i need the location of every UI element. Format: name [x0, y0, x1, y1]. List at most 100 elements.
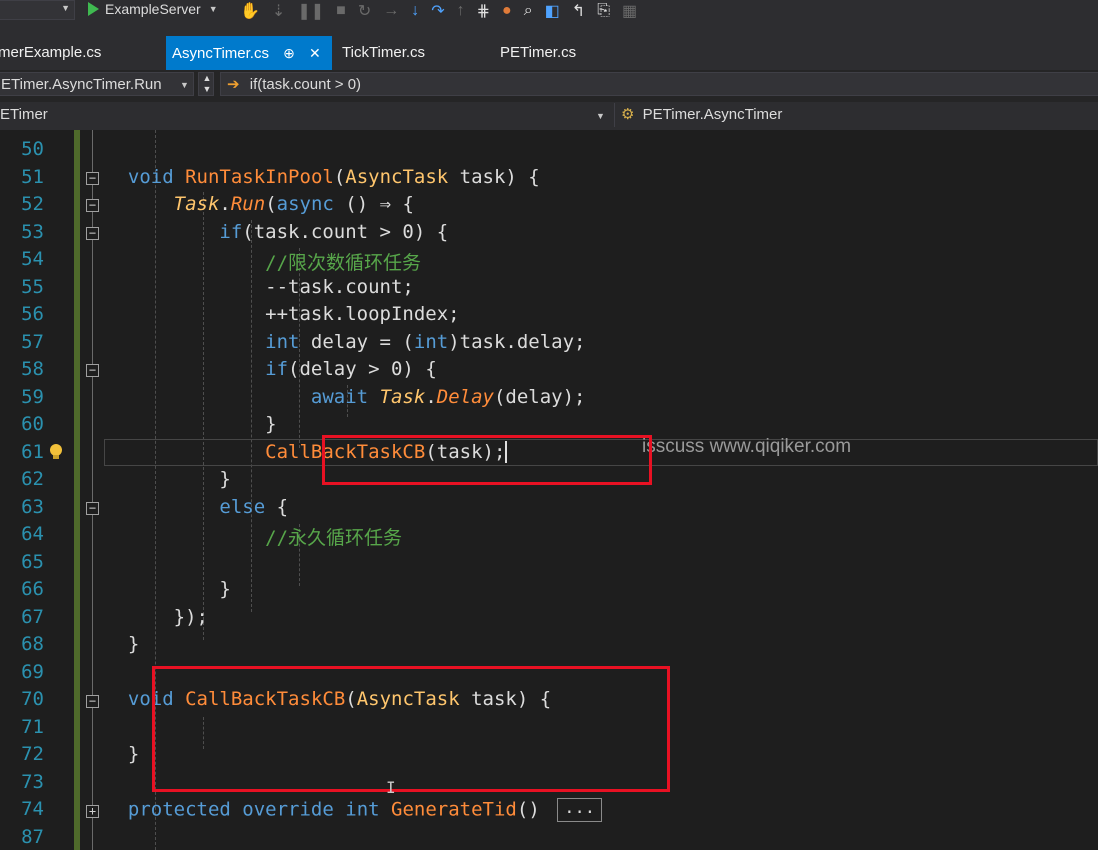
class-icon: ⚙: [621, 106, 635, 123]
member-label: ETimer.AsyncTimer.Run: [1, 76, 162, 93]
config-dropdown[interactable]: ▼: [0, 0, 75, 20]
change-indicator: [74, 130, 80, 850]
tab-pe-timer[interactable]: PETimer.cs: [494, 36, 582, 70]
code-line[interactable]: //永久循环任务: [105, 523, 402, 550]
chevron-down-icon[interactable]: ▼: [596, 111, 605, 121]
code-line[interactable]: //限次数循环任务: [105, 248, 421, 275]
fold-toggle[interactable]: −: [86, 695, 99, 708]
code-line[interactable]: ++task.loopIndex;: [105, 303, 459, 330]
navigation-bar: ETimer.AsyncTimer.Run ▼ ▲ ▼ ➔ if(task.cou…: [0, 70, 1098, 103]
project-dropdown[interactable]: ETimer: [0, 103, 610, 127]
fold-toggle[interactable]: +: [86, 805, 99, 818]
tab-label: PETimer.cs: [500, 44, 577, 61]
code-line[interactable]: if(task.count > 0) {: [105, 221, 448, 248]
step-icon[interactable]: ⇣: [272, 1, 285, 21]
code-line[interactable]: Task.Run(async () ⇒ {: [105, 193, 414, 220]
line-number: 54: [21, 248, 44, 270]
line-number: 69: [21, 660, 44, 683]
start-button[interactable]: ExampleServer ▼: [88, 0, 218, 18]
pause-icon[interactable]: ❚❚: [297, 1, 324, 21]
code-line[interactable]: void RunTaskInPool(AsyncTask task) {: [105, 166, 540, 193]
code-line[interactable]: }: [105, 633, 139, 660]
line-number: 50: [21, 138, 44, 160]
start-target-label: ExampleServer: [105, 1, 201, 17]
line-number: 73: [21, 770, 44, 793]
spin-buttons[interactable]: ▲ ▼: [198, 72, 214, 96]
context-dropdown[interactable]: ➔ if(task.count > 0): [220, 72, 1098, 96]
tab-server-example[interactable]: merExample.cs: [0, 36, 107, 70]
line-number: 70: [21, 688, 44, 710]
line-number: 66: [21, 578, 44, 600]
fold-toggle[interactable]: −: [86, 199, 99, 212]
step-back-icon[interactable]: ↑: [457, 2, 465, 20]
code-line[interactable]: else {: [105, 496, 288, 523]
project-bar: ETimer ▼ ⚙ PETimer.AsyncTimer: [0, 102, 1098, 131]
code-line[interactable]: }: [105, 743, 139, 770]
chevron-down-icon: ▼: [61, 3, 70, 13]
tab-tick-timer[interactable]: TickTimer.cs: [336, 36, 431, 70]
fold-toggle[interactable]: −: [86, 364, 99, 377]
watermark: isscuss www.qiqiker.com: [642, 436, 852, 457]
class-label: PETimer.AsyncTimer: [642, 106, 783, 123]
context-label: if(task.count > 0): [249, 76, 362, 93]
arrow-right-icon: ➔: [227, 76, 240, 93]
fold-toggle[interactable]: −: [86, 172, 99, 185]
tab-label: merExample.cs: [0, 44, 102, 61]
bookmark-icon[interactable]: ◧: [545, 1, 560, 21]
hand-icon[interactable]: ✋: [240, 1, 260, 21]
stop-icon[interactable]: ■: [336, 2, 346, 20]
line-number: 68: [21, 633, 44, 655]
line-number: 59: [21, 385, 44, 408]
play-icon: [88, 2, 99, 16]
chevron-down-icon[interactable]: ▼: [180, 80, 189, 90]
debug-toolbar: ✋ ⇣ ❚❚ ■ ↻ → ↓ ↷ ↑ ⋕ ● ⌕ ◧ ↰ ⎘ ▦: [240, 0, 637, 22]
line-number: 71: [21, 715, 44, 738]
line-number: 61: [21, 440, 44, 463]
project-label: ETimer: [0, 106, 48, 123]
chevron-down-icon[interactable]: ▼: [209, 4, 218, 14]
restart-icon[interactable]: ↻: [358, 1, 371, 21]
fold-toggle[interactable]: −: [86, 227, 99, 240]
pin-icon[interactable]: ⊕: [283, 36, 295, 70]
code-line[interactable]: int delay = (int)task.delay;: [105, 331, 585, 358]
line-number: 57: [21, 330, 44, 353]
line-number: 53: [21, 220, 44, 243]
line-number: 74: [21, 798, 44, 820]
tab-label: TickTimer.cs: [342, 44, 426, 61]
code-line[interactable]: --task.count;: [105, 276, 414, 303]
highlight-box-call: [322, 435, 652, 485]
step-into-icon[interactable]: ↓: [411, 2, 419, 20]
member-dropdown[interactable]: ETimer.AsyncTimer.Run: [0, 72, 194, 96]
tab-label: AsyncTimer.cs: [172, 45, 269, 62]
breakpoint-icon[interactable]: ⋕: [477, 1, 490, 21]
highlight-box-method: [152, 666, 670, 792]
document-tabs: merExample.cs AsyncTimer.cs ⊕ ✕ TickTime…: [0, 36, 1098, 106]
step-over-icon[interactable]: →: [383, 2, 399, 20]
code-line[interactable]: }: [105, 468, 230, 495]
comment-icon[interactable]: ▦: [622, 1, 637, 21]
search-icon[interactable]: ⌕: [524, 2, 533, 20]
code-line[interactable]: await Task.Delay(delay);: [105, 386, 586, 413]
code-line[interactable]: }: [105, 578, 230, 605]
code-line[interactable]: protected override int GenerateTid() ...: [105, 798, 602, 825]
lightbulb-icon[interactable]: [48, 443, 64, 461]
code-line[interactable]: if(delay > 0) {: [105, 358, 437, 385]
fold-toggle[interactable]: −: [86, 502, 99, 515]
bookmark-next-icon[interactable]: ↰: [572, 1, 585, 21]
bookmark-prev-icon[interactable]: ⎘: [597, 2, 610, 20]
mouse-cursor: I: [386, 778, 396, 797]
tab-async-timer[interactable]: AsyncTimer.cs ⊕ ✕: [166, 36, 332, 70]
line-number: 87: [21, 825, 44, 848]
line-number: 63: [21, 495, 44, 518]
line-number: 62: [21, 468, 44, 490]
code-line[interactable]: });: [105, 606, 208, 633]
find-icon[interactable]: ●: [502, 2, 512, 20]
line-number: 60: [21, 413, 44, 435]
code-editor[interactable]: − − − − − − + 50 51 void RunTaskInPool(As…: [0, 130, 1098, 850]
step-out-icon[interactable]: ↷: [431, 1, 444, 21]
code-line[interactable]: }: [105, 413, 276, 440]
line-number: 55: [21, 275, 44, 298]
class-dropdown[interactable]: ⚙ PETimer.AsyncTimer: [614, 103, 1098, 127]
close-icon[interactable]: ✕: [309, 36, 321, 70]
line-number: 51: [21, 165, 44, 188]
